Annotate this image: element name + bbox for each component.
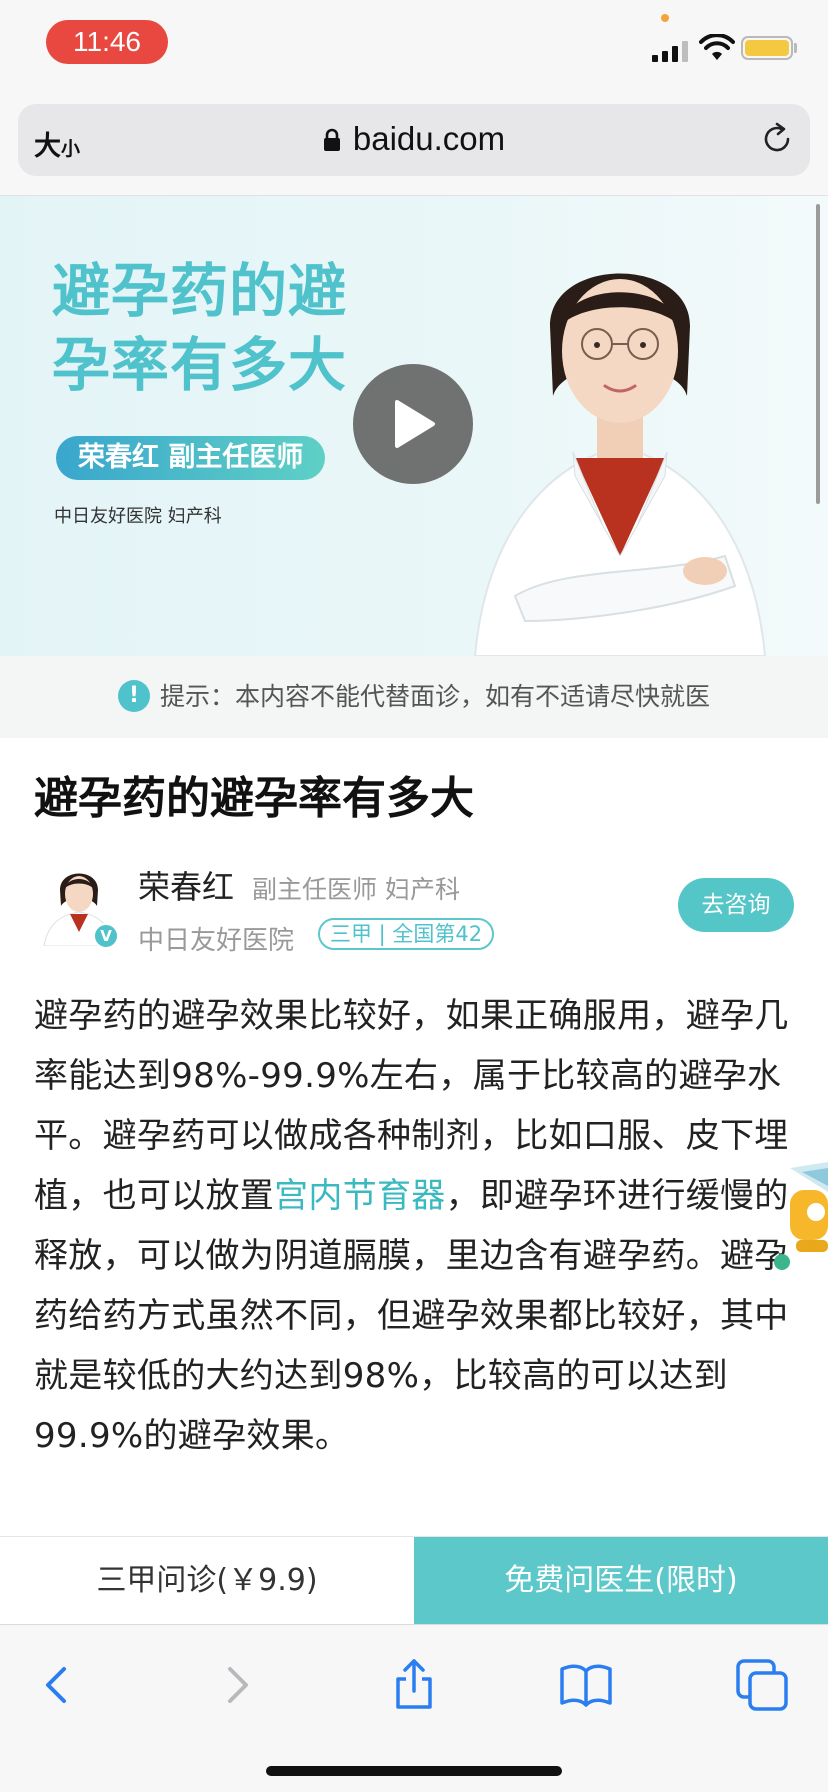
status-bar: 11:46 (0, 0, 828, 96)
back-icon[interactable] (30, 1657, 86, 1713)
play-icon (395, 400, 435, 448)
article-title: 避孕药的避孕率有多大 (34, 773, 474, 824)
url-text: baidu.com (352, 120, 506, 157)
url-display[interactable]: baidu.com (18, 120, 810, 158)
doctor-title: 副主任医师 妇产科 (252, 875, 460, 904)
verified-badge-icon: V (93, 923, 119, 949)
battery-tip (794, 43, 797, 53)
forward-icon[interactable] (208, 1657, 264, 1713)
floating-assistant-icon[interactable] (772, 1162, 828, 1272)
bottom-action-bar: 三甲问诊(￥9.9) 免费问医生(限时) (0, 1536, 828, 1625)
medical-notice: ! 提示：本内容不能代替面诊，如有不适请尽快就医 (0, 656, 828, 738)
privacy-indicator-dot (661, 14, 669, 22)
article-text-part-2: ，即避孕环进行缓慢的释放，可以做为阴道膈膜，里边含有避孕药。避孕药给药方式虽然不… (34, 1176, 789, 1456)
status-time: 11:46 (46, 20, 168, 64)
doctor-name[interactable]: 荣春红 (138, 862, 234, 908)
iud-link[interactable]: 宫内节育器 (274, 1176, 446, 1216)
wifi-icon (699, 34, 735, 60)
video-banner[interactable]: 避孕药的避孕率有多大 荣春红 副主任医师 中日友好医院 妇产科 (0, 196, 828, 656)
info-alert-icon: ! (117, 680, 150, 712)
doctor-photo (473, 273, 767, 656)
home-indicator (266, 1766, 562, 1776)
play-button[interactable] (353, 364, 473, 484)
article-body: 避孕药的避孕效果比较好，如果正确服用，避孕几率能达到98%-99.9%左右，属于… (34, 986, 796, 1466)
paid-consult-button[interactable]: 三甲问诊(￥9.9) (0, 1537, 414, 1625)
doctor-hospital: 中日友好医院 (138, 926, 295, 956)
battery-icon (741, 36, 793, 60)
consult-button[interactable]: 去咨询 (678, 878, 794, 932)
notice-text: 提示：本内容不能代替面诊，如有不适请尽快就医 (159, 682, 710, 711)
banner-title: 避孕药的避孕率有多大 (52, 257, 348, 399)
lock-icon (323, 128, 340, 151)
reload-icon[interactable] (760, 122, 794, 156)
banner-doctor-pill: 荣春红 副主任医师 (56, 436, 326, 480)
cellular-signal-icon (652, 40, 690, 62)
browser-address-area: 大小 baidu.com (0, 96, 828, 196)
address-bar[interactable]: 大小 baidu.com (18, 104, 810, 176)
scroll-indicator (816, 204, 820, 504)
hospital-rank-badge: 三甲 | 全国第42 (318, 918, 495, 950)
bookmarks-icon[interactable] (558, 1657, 614, 1713)
tabs-icon[interactable] (734, 1657, 790, 1713)
free-ask-doctor-button[interactable]: 免费问医生(限时) (414, 1537, 828, 1625)
share-icon[interactable] (386, 1657, 442, 1713)
banner-hospital: 中日友好医院 妇产科 (54, 506, 222, 527)
